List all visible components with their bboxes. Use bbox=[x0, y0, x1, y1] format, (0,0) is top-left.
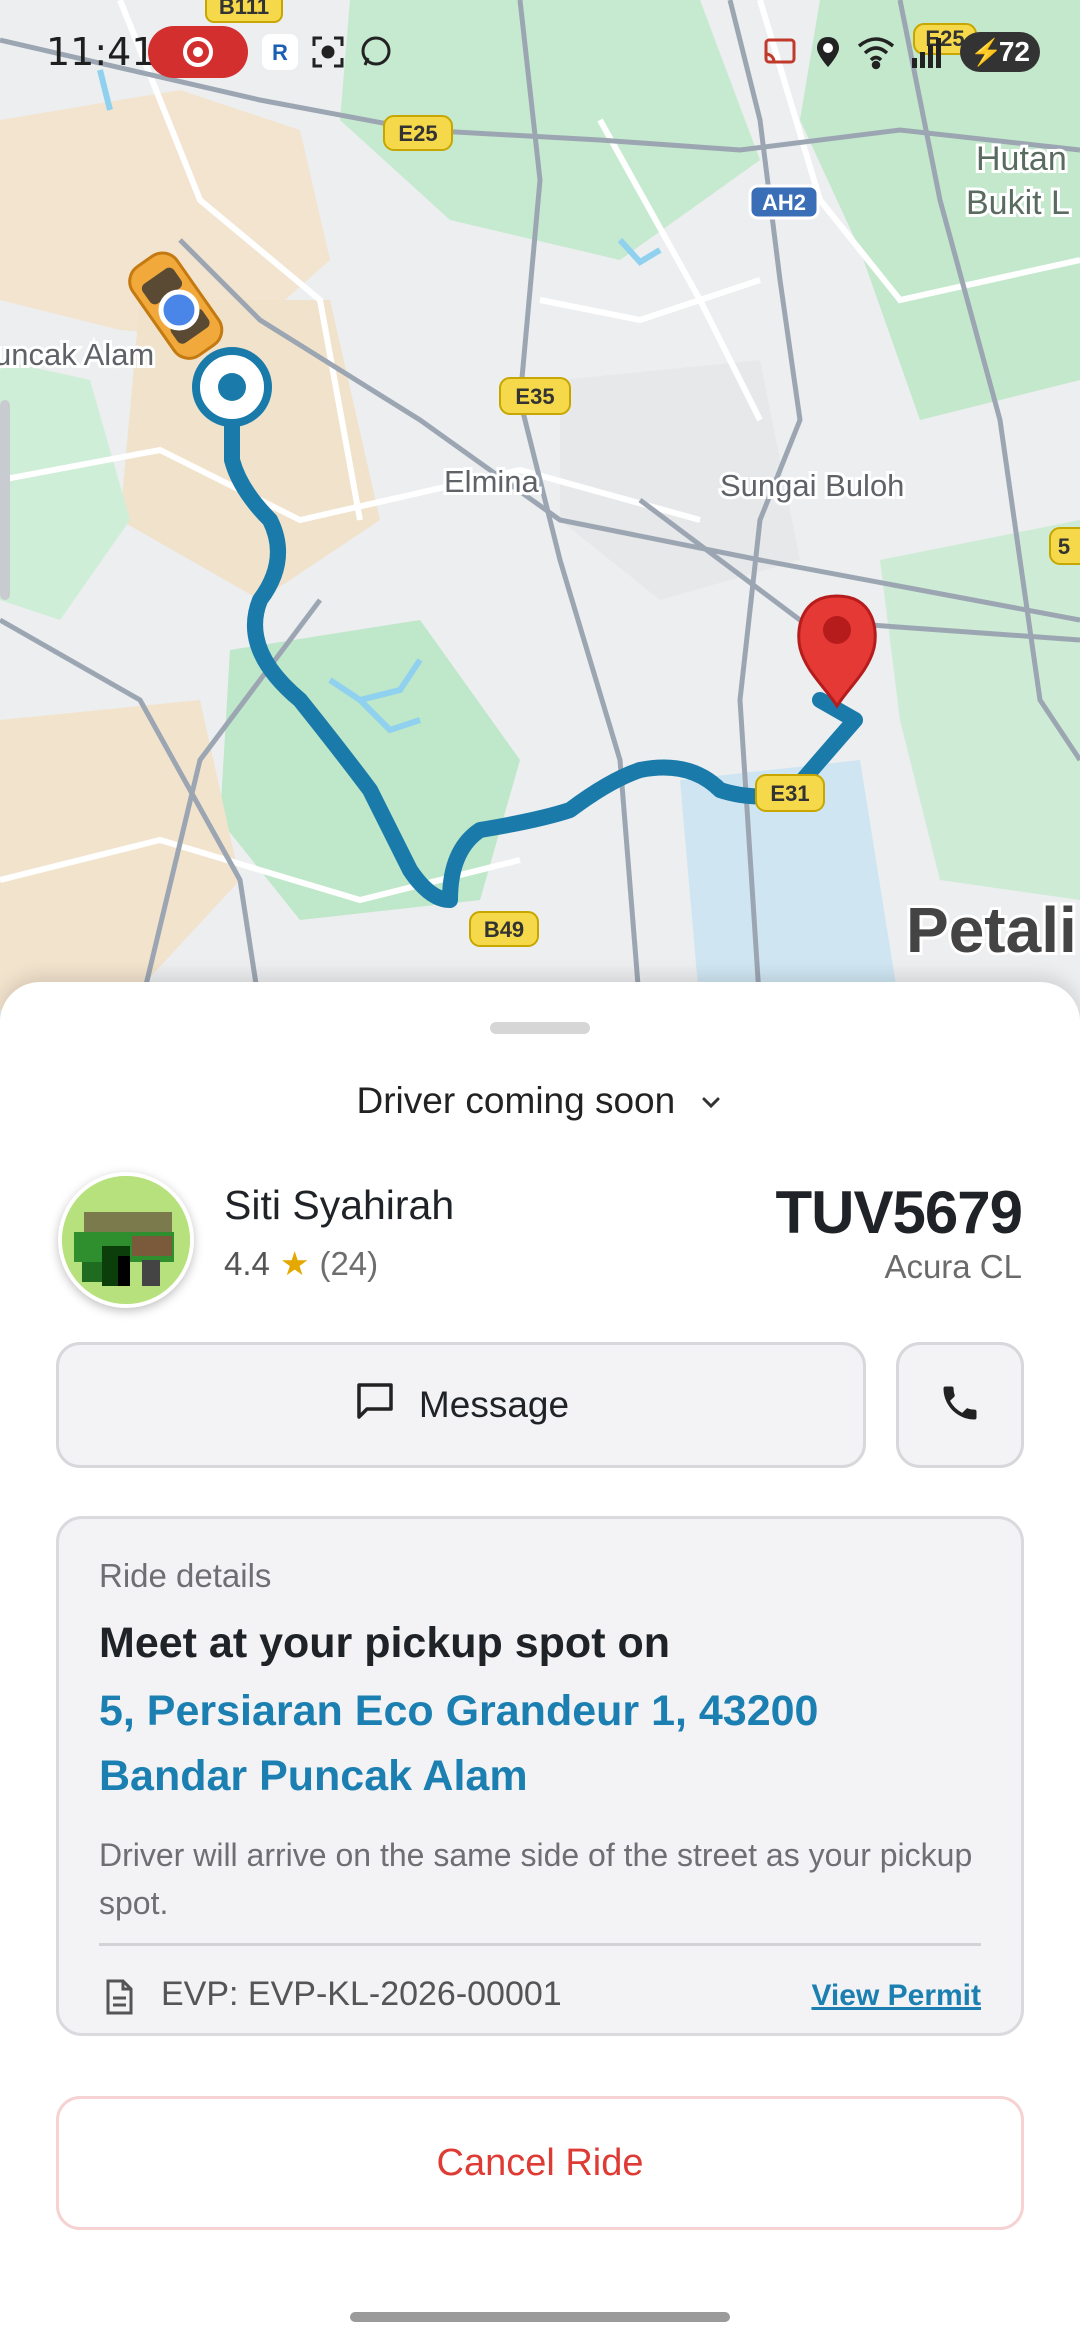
road-shield-e25: E25 bbox=[383, 115, 453, 151]
cancel-ride-label: Cancel Ride bbox=[436, 2141, 644, 2184]
message-button-label: Message bbox=[418, 1384, 570, 1425]
view-permit-link[interactable]: View Permit bbox=[811, 1979, 981, 2013]
rating-value: 4.4 bbox=[224, 1245, 270, 1282]
ride-status-label: Driver coming soon bbox=[356, 1080, 676, 1121]
status-bar: 11:41 R ⚡ 72 bbox=[0, 0, 1080, 110]
driver-name: Siti Syahirah bbox=[224, 1182, 455, 1228]
sheet-drag-handle[interactable] bbox=[490, 1022, 590, 1034]
svg-text:E25: E25 bbox=[398, 121, 437, 146]
details-divider bbox=[99, 1943, 981, 1946]
rating-count: (24) bbox=[319, 1245, 379, 1282]
map-label-puncak-alam: uncak Alam bbox=[0, 337, 154, 372]
star-icon: ★ bbox=[279, 1245, 310, 1282]
document-icon bbox=[99, 1977, 139, 2022]
svg-text:B49: B49 bbox=[484, 917, 524, 942]
pickup-note: Driver will arrive on the same side of t… bbox=[99, 1837, 973, 1921]
battery-icon: ⚡ 72 bbox=[960, 32, 1040, 72]
svg-text:5: 5 bbox=[1058, 534, 1070, 559]
map-label-elmina: Elmina bbox=[444, 464, 540, 499]
road-shield-b49: B49 bbox=[469, 911, 539, 947]
app-logo-icon: R bbox=[262, 34, 298, 70]
call-button[interactable] bbox=[896, 1342, 1024, 1468]
ride-status-toggle[interactable]: Driver coming soon bbox=[0, 1080, 1080, 1124]
evp-number: EVP: EVP-KL-2026-00001 bbox=[161, 1975, 562, 2013]
ride-bottom-sheet: Driver coming soon Siti Syahirah 4.4 ★ (24… bbox=[0, 982, 1080, 2340]
location-icon bbox=[810, 34, 846, 70]
map-label-petaling: Petali bbox=[906, 894, 1077, 966]
message-button[interactable]: Message bbox=[56, 1342, 866, 1468]
phone-icon bbox=[938, 1381, 982, 1430]
driver-rating: 4.4 ★ (24) bbox=[224, 1244, 378, 1283]
ride-details-card: Ride details Meet at your pickup spot on… bbox=[56, 1516, 1024, 2036]
pickup-marker-icon bbox=[192, 347, 272, 427]
pickup-heading: Meet at your pickup spot on bbox=[99, 1619, 670, 1667]
vehicle-plate: TUV5679 bbox=[775, 1179, 1023, 1246]
cancel-ride-button[interactable]: Cancel Ride bbox=[56, 2096, 1024, 2230]
wifi-icon bbox=[856, 34, 895, 70]
route-map[interactable]: B111 E25 E25 AH2 E35 E31 B49 5 uncak Ala… bbox=[0, 0, 1080, 1010]
vehicle-model: Acura CL bbox=[884, 1248, 1022, 1285]
road-shield-e5: 5 bbox=[1049, 527, 1080, 565]
ride-details-title: Ride details bbox=[99, 1557, 272, 1594]
signal-icon bbox=[910, 34, 946, 70]
pickup-address[interactable]: 5, Persiaran Eco Grandeur 1, 43200 Banda… bbox=[99, 1679, 959, 1809]
svg-text:E31: E31 bbox=[770, 781, 809, 806]
road-shield-e31: E31 bbox=[755, 774, 825, 812]
screen-capture-icon bbox=[310, 34, 346, 70]
svg-text:R: R bbox=[272, 40, 288, 65]
svg-text:AH2: AH2 bbox=[762, 190, 806, 215]
whatsapp-icon bbox=[358, 34, 394, 70]
message-icon bbox=[353, 1379, 397, 1432]
road-shield-ah2: AH2 bbox=[748, 184, 820, 220]
map-label-hutan: Hutan bbox=[976, 140, 1067, 178]
map-label-sungai-buloh: Sungai Buloh bbox=[720, 468, 904, 503]
map-label-bukit: Bukit L bbox=[966, 184, 1070, 222]
status-time: 11:41 bbox=[46, 30, 156, 74]
chevron-down-icon bbox=[698, 1082, 724, 1124]
screen-record-icon[interactable] bbox=[148, 26, 248, 78]
driver-avatar[interactable] bbox=[58, 1172, 194, 1308]
user-location-icon bbox=[158, 289, 200, 331]
road-shield-e35: E35 bbox=[499, 377, 571, 415]
map-edge-handle[interactable] bbox=[0, 400, 10, 600]
svg-text:E35: E35 bbox=[515, 384, 554, 409]
cast-icon bbox=[762, 34, 798, 70]
home-indicator[interactable] bbox=[350, 2312, 730, 2322]
